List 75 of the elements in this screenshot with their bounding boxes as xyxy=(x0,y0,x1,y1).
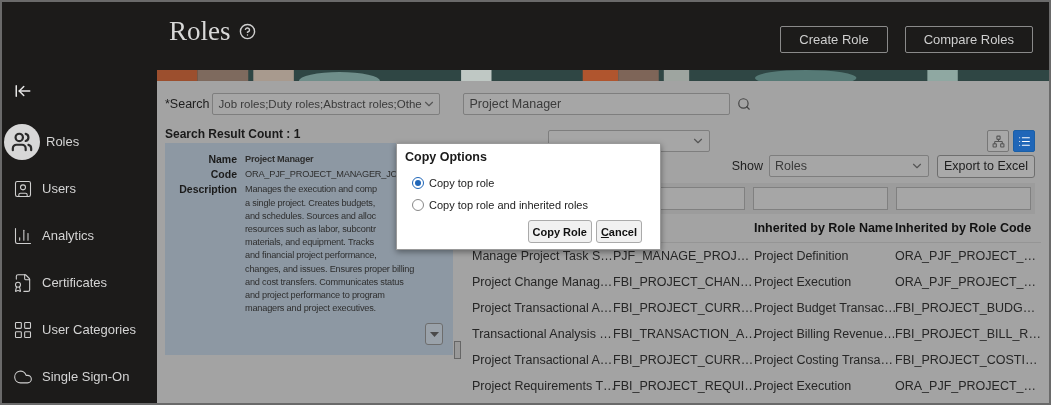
export-button[interactable]: Export to Excel xyxy=(936,154,1035,178)
show-select[interactable]: Roles xyxy=(768,155,929,177)
radio-option[interactable]: Copy top role xyxy=(405,172,652,194)
dialog-button[interactable]: Copy Role xyxy=(527,220,592,243)
table-cell-text: FBI_PROJECT_CURR… xyxy=(613,352,754,369)
field-value: and schedules. Sources and alloc xyxy=(245,209,376,223)
caret-icon xyxy=(429,331,439,337)
nav-item[interactable]: Users xyxy=(2,165,157,212)
table-cell-text: FBI_PROJECT_COSTI… xyxy=(895,352,1039,369)
field-value: changes, and issues. Ensures proper billing xyxy=(245,262,415,276)
field-value: materials, and equipment. Tracks xyxy=(245,236,374,250)
dialog-button[interactable]: Cancel xyxy=(595,220,642,243)
search-scope-select[interactable]: Job roles;Duty roles;Abstract roles;Othe xyxy=(212,93,441,115)
help-icon[interactable] xyxy=(238,22,256,40)
nav-item[interactable]: User Categories xyxy=(2,306,157,353)
table-cell-text: FBI_PROJECT_CURR… xyxy=(613,300,754,317)
filter-field[interactable] xyxy=(753,187,888,210)
header-button[interactable]: Create Role xyxy=(780,25,888,53)
table-cell-text: Project Execution xyxy=(754,378,853,395)
field-value: Manages the execution and comp xyxy=(245,183,377,197)
table-cell-text: Project Budget Transac… xyxy=(754,300,895,317)
table-cell-text: FBI_TRANSACTION_A… xyxy=(613,326,754,343)
dialog-title: Copy Options xyxy=(405,150,488,164)
table-cell-text: Project Change Manag… xyxy=(472,274,613,291)
search-field[interactable]: Project Manager xyxy=(463,93,731,115)
table-cell-text: FBI_PROJECT_BUDG… xyxy=(895,300,1037,317)
radio-option[interactable]: Copy top role and inherited roles xyxy=(405,194,652,216)
hierarchy-view-button[interactable] xyxy=(987,130,1009,152)
table-cell-text: Transactional Analysis … xyxy=(472,326,613,343)
expand-button[interactable] xyxy=(425,323,443,345)
nav-item[interactable]: Roles xyxy=(2,118,157,165)
list-icon xyxy=(1017,134,1031,148)
field-value: ORA_PJF_PROJECT_MANAGER_JC xyxy=(245,168,398,182)
page-title: Roles xyxy=(169,15,231,47)
column-header: Inherited by Role Name xyxy=(754,214,895,243)
splitter-handle[interactable] xyxy=(454,341,461,359)
result-count: Search Result Count : 1 xyxy=(165,126,302,143)
search-icon[interactable] xyxy=(737,97,752,111)
field-value: and financial project performance, xyxy=(245,249,377,263)
table-cell-text: Project Definition xyxy=(754,248,850,265)
nav-item[interactable]: Analytics xyxy=(2,212,157,259)
show-label: Show xyxy=(731,159,763,173)
collapse-icon[interactable] xyxy=(14,82,32,100)
field-label: Name xyxy=(207,153,237,167)
table-cell-text: ORA_PJF_PROJECT_… xyxy=(895,274,1037,291)
table-cell-text: ORA_PJF_PROJECT_… xyxy=(895,378,1037,395)
table-cell-text: Project Requirements T… xyxy=(472,378,613,395)
field-value: and project performance to program xyxy=(245,289,385,303)
column-header: Inherited by Role Code xyxy=(895,214,1041,243)
header-button[interactable]: Compare Roles xyxy=(904,25,1033,53)
field-value: and cost transfers. Communicates status xyxy=(245,275,404,289)
hierarchy-icon xyxy=(991,134,1005,148)
table-cell-text: Project Transactional A… xyxy=(472,352,613,369)
table-cell-text: Project Billing Revenue… xyxy=(754,326,895,343)
list-view-button[interactable] xyxy=(1013,130,1035,152)
field-value: managers and project executives. xyxy=(245,302,376,316)
people-icon xyxy=(4,123,40,160)
field-label: Description xyxy=(178,183,237,198)
field-label: Code xyxy=(209,168,237,182)
filter-field[interactable] xyxy=(896,187,1031,210)
table-cell-text: PJF_MANAGE_PROJ… xyxy=(613,248,751,265)
table-cell-text: ORA_PJF_PROJECT_… xyxy=(895,248,1037,265)
nav-item[interactable]: Single Sign-On xyxy=(2,353,157,400)
table-cell-text: FBI_PROJECT_REQUI… xyxy=(613,378,754,395)
table-cell-text: FBI_PROJECT_BILL_R… xyxy=(895,326,1041,343)
table-cell-text: FBI_PROJECT_CHAN… xyxy=(613,274,754,291)
field-value: resources such as labor, subcontr xyxy=(245,223,376,236)
table-cell-text: Project Execution xyxy=(754,274,853,291)
nav-item[interactable]: Certificates xyxy=(2,259,157,306)
search-label: *Search xyxy=(165,97,210,111)
table-cell-text: Project Transactional A… xyxy=(472,300,613,317)
field-value: a single project. Creates budgets, xyxy=(245,196,376,210)
table-cell-text: Project Costing Transa… xyxy=(754,352,894,369)
field-value: Project Manager xyxy=(245,153,314,166)
table-cell-text: Manage Project Task S… xyxy=(472,248,613,265)
